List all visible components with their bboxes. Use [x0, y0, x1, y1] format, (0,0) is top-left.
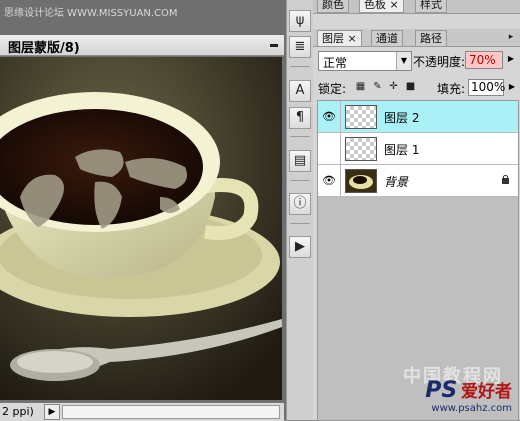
layer-name: 背景 [384, 175, 409, 189]
tab-layers-label: 图层 [322, 32, 344, 45]
opacity-label: 不透明度: [413, 55, 466, 69]
canvas[interactable] [0, 57, 282, 400]
paragraph-panel-icon[interactable]: ¶ [289, 107, 311, 129]
character-panel-icon[interactable]: A [289, 80, 311, 102]
panel-menu-icon[interactable]: ▸ [504, 31, 518, 43]
layers-tabbar: 图层 × 通道 路径 ▸ [313, 29, 520, 47]
fill-value: 100% [471, 80, 506, 94]
notes-panel-icon[interactable]: ▤ [289, 150, 311, 172]
layer-name: 图层 2 [384, 111, 420, 125]
tab-layers[interactable]: 图层 × [317, 30, 362, 46]
document-title: 图层蒙版/8) [8, 41, 80, 56]
blend-mode-select[interactable]: 正常 ▼ [318, 51, 412, 71]
coffee-cup-photo [0, 57, 282, 400]
brush-tool-icon[interactable]: ψ [289, 10, 311, 32]
blend-row: 正常 ▼ 不透明度: 70% ▶ [313, 48, 520, 72]
divider [290, 136, 310, 137]
zoom-status: 2 ppi) [2, 405, 34, 418]
status-bar: 2 ppi) ▶ [0, 402, 284, 421]
layer-thumbnail [345, 105, 377, 129]
background-thumbnail-image [349, 175, 373, 189]
watermark-text: 爱好者 [461, 382, 512, 402]
swatches-tabbar: 颜色 色板 × 样式 [313, 0, 520, 14]
opacity-value: 70% [469, 53, 496, 67]
tab-swatches[interactable]: 色板 × [359, 0, 404, 13]
document-window: 思缘设计论坛 WWW.MISSYUAN.COM 图层蒙版/8) 2 ppi) ▶ [0, 0, 286, 421]
tab-paths[interactable]: 路径 [415, 30, 447, 46]
opacity-field[interactable]: 70% [465, 51, 503, 69]
eye-hidden-icon[interactable] [318, 133, 341, 164]
fill-field[interactable]: 100% [468, 79, 506, 96]
lock-position-icon[interactable]: ✛ [388, 81, 399, 92]
divider [290, 66, 310, 67]
opacity-slider-arrow-icon[interactable]: ▶ [505, 51, 517, 67]
tab-channels[interactable]: 通道 [371, 30, 403, 46]
layers-list: 👁 图层 2 图层 1 👁 背景 [317, 100, 519, 198]
layer-thumbnail [345, 137, 377, 161]
watermark-ps: PS [425, 378, 458, 403]
watermark-top: 思缘设计论坛 WWW.MISSYUAN.COM [4, 8, 178, 19]
chevron-down-icon: ▼ [396, 52, 411, 70]
status-menu-arrow-icon[interactable]: ▶ [44, 404, 60, 420]
lock-label: 锁定: [318, 82, 347, 96]
layer-row[interactable]: 图层 1 [318, 133, 518, 165]
layer-name: 图层 1 [384, 143, 420, 157]
tab-color[interactable]: 颜色 [317, 0, 349, 13]
tab-swatches-label: 色板 [364, 0, 386, 11]
lock-row: 锁定: ▦ ✎ ✛ ■ 填充: 100% ▶ [313, 76, 520, 98]
info-panel-icon[interactable]: ⓘ [289, 193, 311, 215]
layers-empty-area: 中国教程网 PS 爱好者 www.psahz.com [317, 197, 519, 421]
watermark-url: www.psahz.com [431, 403, 512, 414]
actions-panel-icon[interactable]: ▶ [289, 236, 311, 258]
eye-icon[interactable]: 👁 [318, 165, 341, 196]
panel-dock-strip: ψ ≣ A ¶ ▤ ⓘ ▶ [286, 0, 314, 420]
lock-transparent-icon[interactable]: ▦ [355, 81, 366, 92]
lock-image-icon[interactable]: ✎ [372, 81, 383, 92]
divider [290, 223, 310, 224]
close-icon[interactable]: × [390, 0, 399, 11]
tab-styles[interactable]: 样式 [415, 0, 447, 13]
blend-mode-value: 正常 [323, 56, 348, 70]
lock-icon [502, 174, 509, 184]
eye-icon[interactable]: 👁 [318, 101, 341, 132]
close-icon[interactable]: × [348, 32, 357, 45]
layer-row[interactable]: 👁 背景 [318, 165, 518, 197]
fill-label: 填充: [437, 82, 466, 96]
layers-panel-group: 颜色 色板 × 样式 图层 × 通道 路径 ▸ 正常 ▼ 不透明度: 70% ▶… [313, 0, 520, 421]
watermark-logo: PS 爱好者 www.psahz.com [425, 377, 512, 414]
lock-all-icon[interactable]: ■ [405, 81, 416, 92]
divider [290, 180, 310, 181]
horizontal-scrollbar[interactable] [62, 405, 280, 419]
layer-row[interactable]: 👁 图层 2 [318, 101, 518, 133]
minimize-icon[interactable] [270, 44, 278, 47]
stamp-tool-icon[interactable]: ≣ [289, 36, 311, 58]
fill-slider-arrow-icon[interactable]: ▶ [506, 79, 518, 95]
document-titlebar[interactable]: 图层蒙版/8) [0, 35, 284, 56]
layer-thumbnail [345, 169, 377, 193]
